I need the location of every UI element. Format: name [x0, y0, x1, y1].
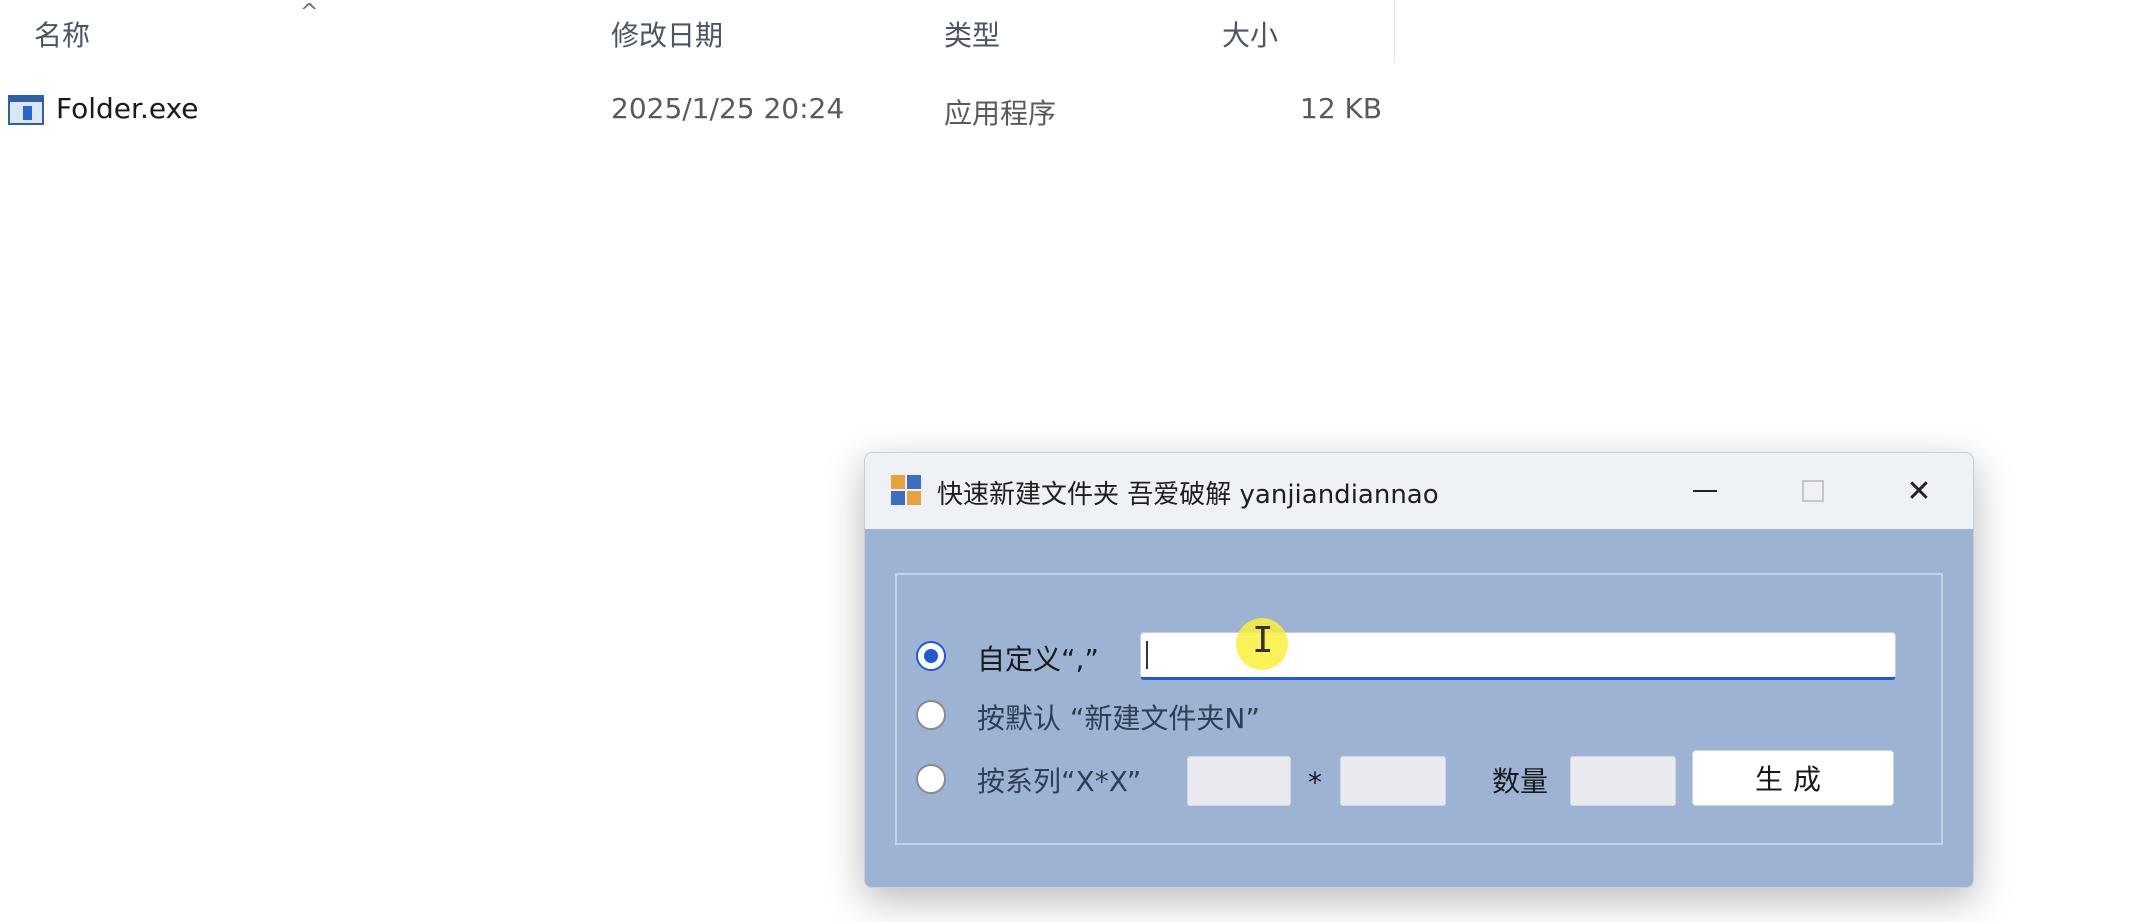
radio-custom[interactable]	[916, 641, 946, 671]
maximize-icon	[1802, 480, 1824, 502]
label-series: 按系列“X*X”	[977, 765, 1142, 798]
radio-series[interactable]	[916, 764, 946, 794]
column-header-modified[interactable]: 修改日期	[611, 14, 723, 54]
close-icon: ✕	[1906, 473, 1932, 509]
dialog-title: 快速新建文件夹 吾爱破解 yanjiandiannao	[937, 480, 1439, 510]
multiply-sign: *	[1308, 766, 1322, 799]
minimize-button[interactable]	[1671, 465, 1739, 517]
series-count-input[interactable]	[1340, 756, 1446, 806]
sort-ascending-icon: ^	[300, 0, 319, 25]
generate-button[interactable]: 生成	[1692, 750, 1894, 806]
screen: 名称 ^ 修改日期 类型 大小 Folder.exe 2025/1/25 20:…	[0, 0, 2156, 922]
app-icon	[891, 475, 921, 505]
minimize-icon	[1693, 490, 1717, 492]
file-type: 应用程序	[944, 97, 1057, 130]
radio-default[interactable]	[916, 700, 946, 730]
file-row[interactable]: Folder.exe 2025/1/25 20:24 应用程序 12 KB	[0, 84, 1395, 136]
file-modified: 2025/1/25 20:24	[611, 92, 845, 125]
column-separator[interactable]	[1394, 0, 1395, 62]
column-header-type[interactable]: 类型	[944, 14, 1000, 54]
maximize-button[interactable]	[1779, 465, 1847, 517]
close-button[interactable]: ✕	[1885, 465, 1953, 517]
label-default: 按默认 “新建文件夹N”	[977, 702, 1260, 735]
ibeam-cursor-icon: I	[1252, 620, 1274, 661]
file-name: Folder.exe	[56, 92, 199, 125]
label-custom: 自定义“,”	[977, 643, 1099, 676]
quantity-input[interactable]	[1570, 756, 1676, 806]
exe-file-icon	[8, 95, 44, 125]
text-caret	[1146, 641, 1148, 669]
file-size: 12 KB	[1300, 92, 1383, 125]
series-start-input[interactable]	[1187, 756, 1291, 806]
column-header-name[interactable]: 名称	[34, 14, 90, 54]
column-header-size[interactable]: 大小	[1222, 14, 1278, 54]
quantity-label: 数量	[1492, 765, 1549, 798]
dialog-titlebar[interactable]: 快速新建文件夹 吾爱破解 yanjiandiannao ✕	[865, 453, 1973, 529]
